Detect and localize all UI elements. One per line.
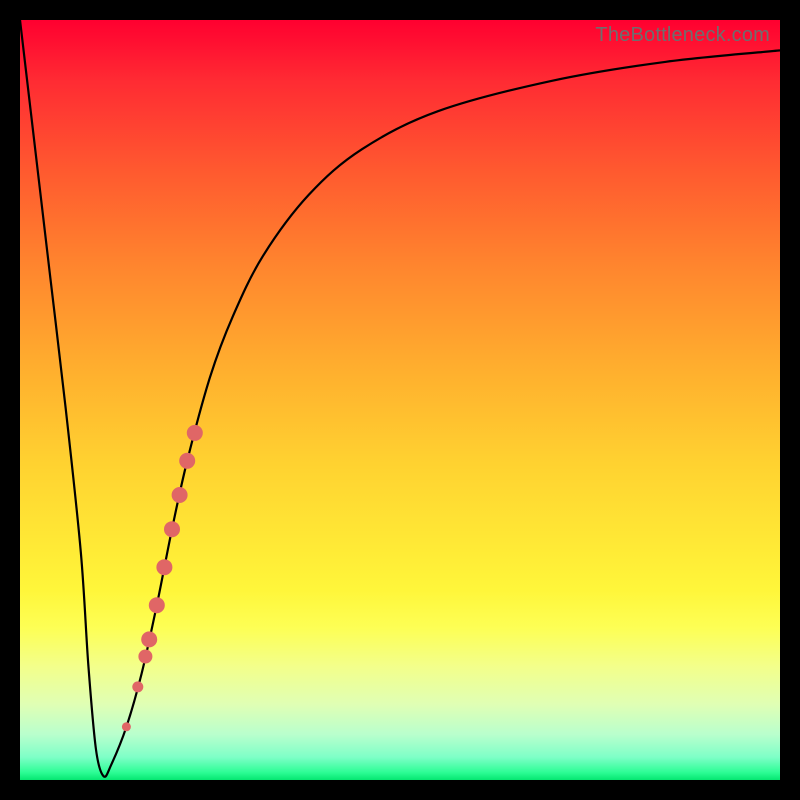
plot-area: TheBottleneck.com: [20, 20, 780, 780]
data-marker: [132, 681, 143, 692]
curve-layer: [20, 20, 780, 780]
curve-line: [20, 20, 780, 777]
bottleneck-curve: [20, 20, 780, 777]
data-marker: [164, 521, 180, 537]
data-marker: [138, 650, 152, 664]
data-marker: [156, 559, 172, 575]
data-marker: [122, 722, 131, 731]
watermark-label: TheBottleneck.com: [595, 24, 770, 47]
data-marker: [187, 425, 203, 441]
data-marker: [141, 631, 157, 647]
data-marker: [172, 487, 188, 503]
data-marker: [149, 597, 165, 613]
data-marker: [179, 453, 195, 469]
chart-frame: TheBottleneck.com: [0, 0, 800, 800]
